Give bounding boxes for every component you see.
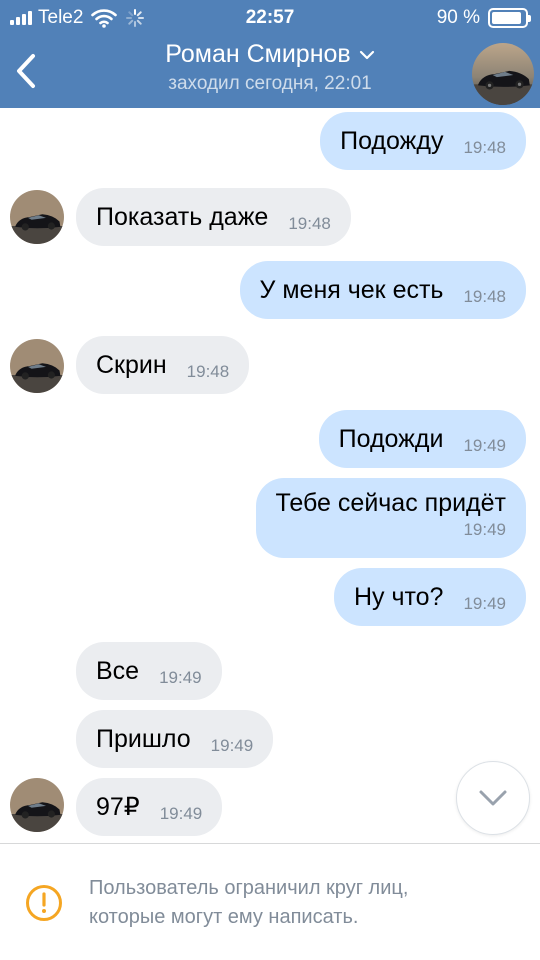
chat-title[interactable]: Роман Смирнов заходил сегодня, 22:01 [90, 40, 450, 95]
message-text: Пришло [96, 725, 191, 753]
message-bubble-outgoing[interactable]: Тебе сейчас придёт 19:49 [255, 478, 526, 558]
message-bubble-incoming[interactable]: Все 19:49 [76, 642, 222, 700]
message-text: Все [96, 657, 140, 685]
contact-name-row: Роман Смирнов [165, 40, 374, 69]
notice-line: Пользователь ограничил круг лиц, [89, 877, 409, 899]
chevron-down-icon [479, 790, 507, 806]
car-avatar-icon [472, 43, 534, 105]
message-text: Тебе сейчас придёт [275, 489, 506, 517]
message-bubble-incoming[interactable]: Показать даже 19:48 [76, 188, 351, 246]
back-button[interactable] [10, 50, 42, 92]
scroll-to-bottom-button[interactable] [456, 761, 530, 835]
chevron-down-icon [359, 50, 374, 59]
battery-level [492, 12, 521, 24]
notice-text: Пользователь ограничил круг лиц, которые… [89, 874, 519, 932]
message-text: Показать даже [96, 203, 269, 231]
sender-avatar[interactable] [10, 339, 64, 393]
messaging-restricted-notice: Пользователь ограничил круг лиц, которые… [0, 843, 540, 960]
message-time: 19:48 [288, 214, 331, 233]
message-text: 97₽ [96, 793, 140, 821]
chat-header: Tele2 22:57 90 % Роман Смирнов заходил с… [0, 0, 540, 108]
car-avatar-icon [10, 339, 64, 393]
chevron-left-icon [17, 54, 35, 88]
car-avatar-icon [10, 778, 64, 832]
message-bubble-outgoing[interactable]: Ну что? 19:49 [333, 568, 526, 626]
message-time: 19:49 [159, 668, 202, 687]
message-time: 19:48 [186, 362, 230, 381]
message-bubble-outgoing[interactable]: Подожди 19:49 [318, 410, 526, 468]
car-avatar-icon [10, 190, 64, 244]
message-time: 19:49 [463, 436, 506, 455]
message-text: Скрин [96, 351, 167, 379]
battery-percent: 90 % [436, 7, 480, 28]
message-bubble-outgoing[interactable]: У меня чек есть 19:48 [239, 261, 526, 319]
notice-line: которые могут ему написать. [89, 906, 359, 928]
alert-circle-icon [26, 885, 62, 921]
message-text: У меня чек есть [259, 276, 444, 304]
message-time: 19:49 [463, 520, 506, 539]
message-time: 19:49 [463, 594, 506, 613]
contact-avatar[interactable] [472, 43, 534, 105]
message-time: 19:49 [210, 736, 254, 755]
message-bubble-incoming[interactable]: 97₽ 19:49 [76, 778, 223, 836]
message-time: 19:49 [159, 804, 203, 823]
message-text: Ну что? [353, 583, 444, 611]
message-text: Подожди [338, 425, 444, 453]
message-bubble-incoming[interactable]: Скрин 19:48 [76, 336, 250, 394]
message-bubble-incoming[interactable]: Пришло 19:49 [76, 710, 274, 768]
battery-icon [488, 8, 531, 28]
message-time: 19:48 [463, 138, 506, 157]
status-bar: Tele2 22:57 90 % [0, 0, 540, 36]
sender-avatar[interactable] [10, 190, 64, 244]
contact-name: Роман Смирнов [165, 40, 351, 68]
status-bar-right: 90 % [436, 7, 531, 29]
message-bubble-outgoing[interactable]: Подожду 19:48 [320, 112, 526, 170]
sender-avatar[interactable] [10, 778, 64, 832]
message-time: 19:48 [463, 287, 506, 306]
message-text: Подожду [340, 127, 444, 155]
message-list[interactable]: Подожду 19:48 Показать даже 19:48 У меня… [0, 108, 540, 843]
last-seen-status: заходил сегодня, 22:01 [168, 73, 372, 94]
